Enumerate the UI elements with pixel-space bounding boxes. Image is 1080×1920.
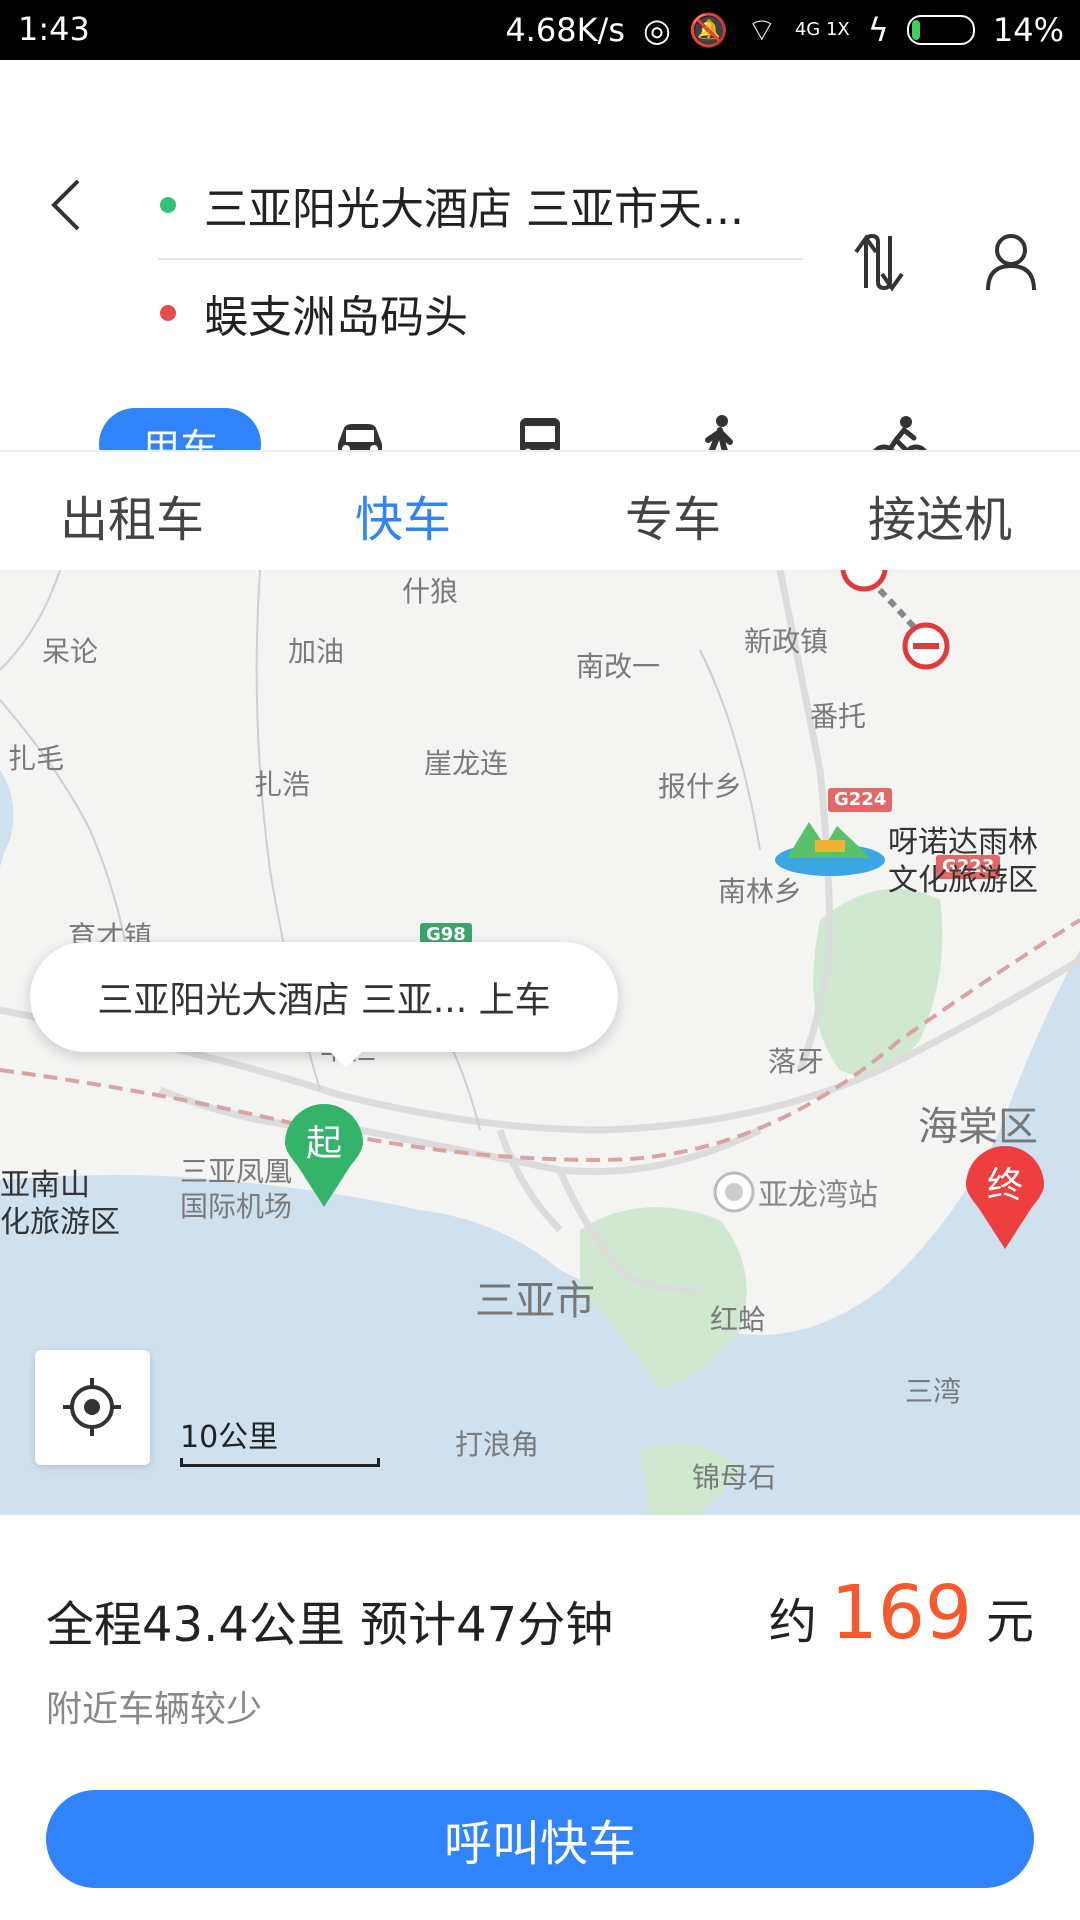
route-divider — [158, 258, 803, 260]
origin-dot — [160, 197, 176, 213]
destination-field[interactable]: 蜈支洲岛码头 — [158, 268, 803, 358]
map-label: 亚龙湾站 — [758, 1178, 878, 1213]
locate-button[interactable] — [35, 1350, 150, 1465]
start-pin-icon[interactable]: 起 — [283, 1103, 365, 1213]
map-label-district: 海棠区 — [918, 1104, 1038, 1150]
tab-airport-transfer[interactable]: 接送机 — [868, 480, 1012, 550]
map-label: 报什乡 — [658, 770, 743, 803]
tab-premium[interactable]: 专车 — [625, 480, 721, 550]
user-icon[interactable] — [985, 232, 1037, 292]
map-label: 新政镇 — [744, 625, 829, 658]
route-inputs: 三亚阳光大酒店 三亚市天... 蜈支洲岛码头 — [158, 160, 803, 358]
end-pin-icon[interactable]: 终 — [964, 1145, 1046, 1255]
mute-icon: 🔕 — [688, 11, 729, 49]
status-icons: 4.68K/s ◎ 🔕 ⌔ 4G 1X ϟ 14% — [505, 10, 1064, 50]
scale-label: 10公里 — [180, 1420, 279, 1455]
svg-text:终: 终 — [987, 1165, 1023, 1206]
service-tabs: 出租车 快车 专车 接送机 — [0, 450, 1080, 572]
status-bar: 1:43 4.68K/s ◎ 🔕 ⌔ 4G 1X ϟ 14% — [0, 0, 1080, 60]
tab-express[interactable]: 快车 — [355, 480, 451, 550]
map-label: 崖龙连 — [424, 747, 509, 780]
back-icon[interactable] — [44, 175, 94, 235]
charging-icon: ϟ — [867, 11, 889, 49]
map-label: 扎浩 — [254, 768, 311, 801]
map-view[interactable]: G224 G223 G98 什狼 呆论 加油 南改一 新政镇 番托 扎毛 扎浩 … — [0, 570, 1080, 1515]
map-label: 落牙 — [768, 1045, 825, 1078]
swap-route-icon[interactable] — [852, 232, 910, 292]
pickup-callout[interactable]: 三亚阳光大酒店 三亚... 上车 — [30, 942, 618, 1068]
map-label: 化旅游区 — [0, 1205, 120, 1240]
call-express-button[interactable]: 呼叫快车 — [46, 1790, 1034, 1888]
map-label: 三湾 — [905, 1375, 962, 1408]
locate-icon — [63, 1378, 121, 1436]
map-label-scenic: 文化旅游区 — [888, 863, 1038, 898]
wifi-icon: ⌔ — [746, 11, 777, 49]
map-label: 南改一 — [576, 650, 661, 683]
map-label: 扎毛 — [8, 742, 65, 775]
map-label: 打浪角 — [455, 1428, 540, 1461]
price-estimate: 约 169 元 — [769, 1570, 1034, 1656]
trip-summary-panel: 全程43.4公里 预计47分钟 约 169 元 附近车辆较少 呼叫快车 — [0, 1515, 1080, 1920]
map-scale: 10公里 — [180, 1412, 380, 1467]
origin-field[interactable]: 三亚阳光大酒店 三亚市天... — [158, 160, 803, 250]
status-time: 1:43 — [18, 10, 90, 48]
map-label: 加油 — [288, 635, 345, 668]
map-label: 锦母石 — [692, 1461, 777, 1494]
destination-dot — [160, 305, 176, 321]
map-label: 三亚凤凰 — [180, 1155, 293, 1188]
map-label-city: 三亚市 — [475, 1278, 595, 1324]
map-label: 国际机场 — [180, 1190, 293, 1223]
price-suffix: 元 — [985, 1594, 1034, 1650]
road-badge-g224: G224 — [828, 788, 893, 812]
map-label: 红蛤 — [710, 1303, 767, 1336]
map-label: 什狼 — [402, 575, 459, 608]
price-prefix: 约 — [768, 1594, 817, 1650]
network-speed: 4.68K/s — [505, 11, 625, 49]
svg-text:起: 起 — [306, 1123, 342, 1164]
price-value: 169 — [830, 1570, 972, 1656]
map-label: 番托 — [810, 700, 867, 733]
battery-percent: 14% — [992, 11, 1064, 49]
map-label: 南林乡 — [718, 875, 803, 908]
route-header: 三亚阳光大酒店 三亚市天... 蜈支洲岛码头 用车 — [0, 60, 1080, 480]
tab-taxi[interactable]: 出租车 — [60, 480, 204, 550]
origin-text: 三亚阳光大酒店 三亚市天... — [204, 184, 744, 235]
scale-bar — [180, 1458, 380, 1467]
trip-distance-time: 全程43.4公里 预计47分钟 — [46, 1597, 614, 1653]
availability-hint: 附近车辆较少 — [46, 1689, 263, 1730]
battery-icon — [906, 15, 975, 45]
train-station-icon — [713, 1171, 755, 1213]
hotspot-icon: ◎ — [643, 11, 671, 49]
destination-text: 蜈支洲岛码头 — [204, 292, 468, 343]
signal-icon: 4G 1X — [794, 19, 850, 40]
map-label: 呆论 — [42, 635, 99, 668]
